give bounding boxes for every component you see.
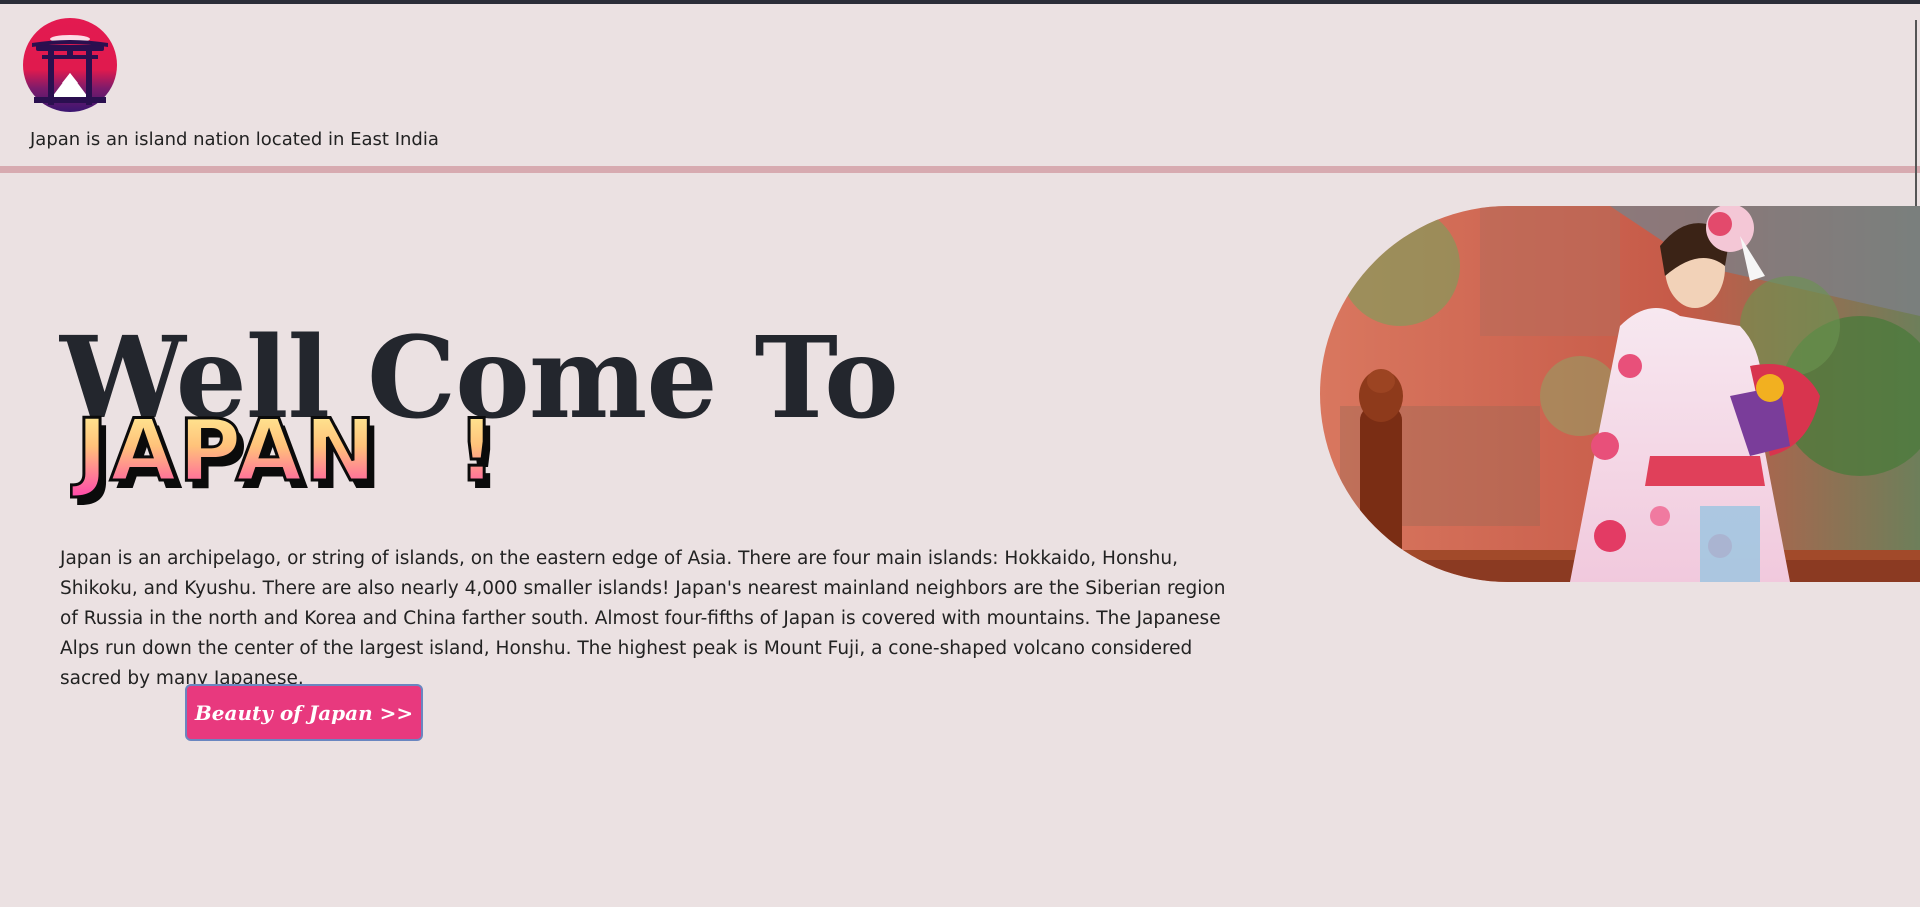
site-header: Japan is an island nation located in Eas… [0, 4, 1920, 166]
torii-gate-logo-icon[interactable] [22, 17, 118, 113]
japan-title-graphic: JAPAN JAPAN ! ! [70, 400, 502, 509]
header-divider [0, 166, 1920, 173]
intro-paragraph: Japan is an archipelago, or string of is… [60, 548, 1226, 689]
japan-word: JAPAN [71, 401, 378, 501]
hero-image [1320, 206, 1920, 582]
kimono-woman-photo-icon [1320, 206, 1920, 582]
exclamation-mark: ! [457, 401, 496, 501]
header-tagline: Japan is an island nation located in Eas… [30, 129, 439, 150]
vertical-divider [1915, 20, 1917, 206]
beauty-of-japan-button[interactable]: Beauty of Japan >> [185, 684, 423, 741]
